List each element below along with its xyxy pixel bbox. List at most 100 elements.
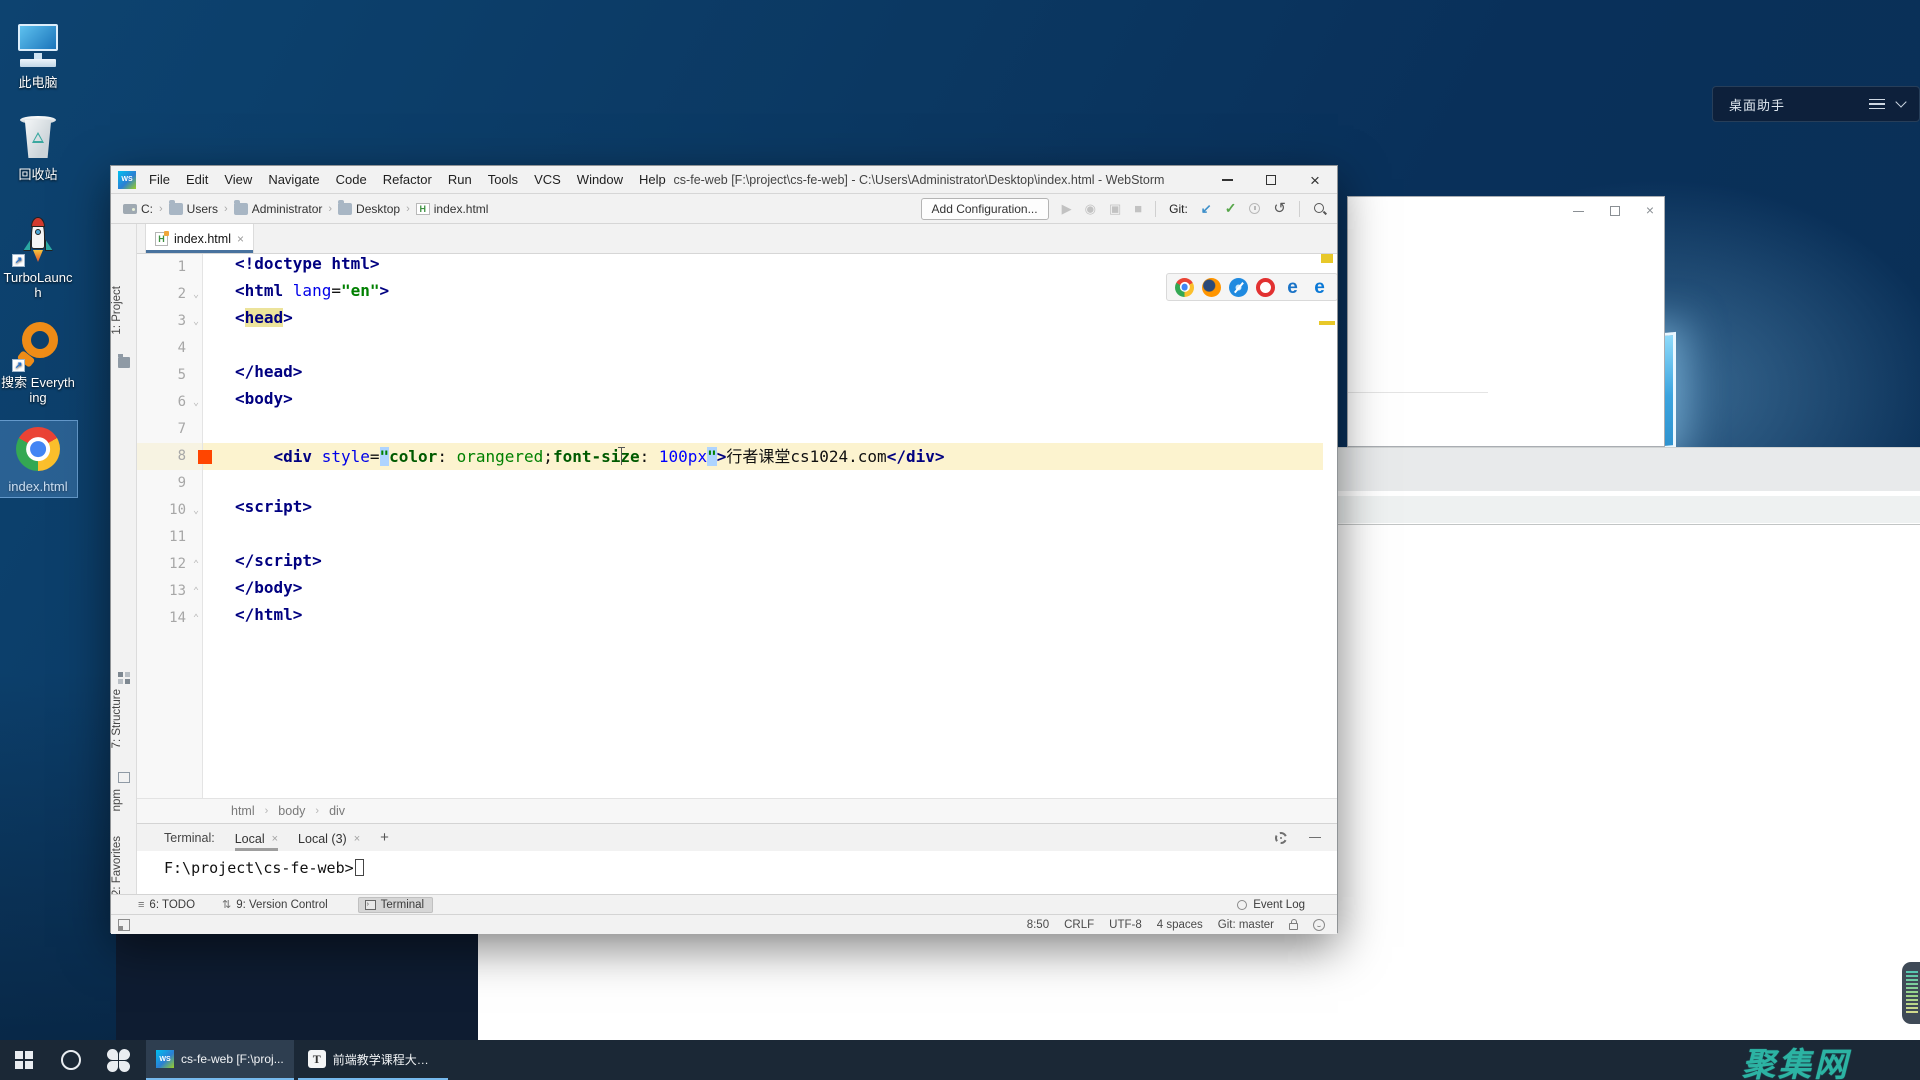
- close-button[interactable]: ×: [1293, 166, 1337, 194]
- sidebar-item-structure[interactable]: 7: Structure: [111, 689, 137, 748]
- desktop-icon-recycle-bin[interactable]: 回收站: [0, 112, 76, 182]
- close-tab-icon[interactable]: ×: [272, 833, 278, 845]
- menu-item-view[interactable]: View: [217, 169, 259, 190]
- code-line[interactable]: [203, 416, 1337, 443]
- breadcrumb-body[interactable]: body: [278, 804, 305, 818]
- breadcrumb-item[interactable]: C:: [121, 200, 155, 218]
- sidebar-item-project[interactable]: 1: Project: [111, 286, 137, 335]
- breadcrumb-div[interactable]: div: [329, 804, 345, 818]
- fold-marker-icon[interactable]: ⌃: [193, 551, 199, 578]
- breadcrumb-item[interactable]: Users: [167, 200, 220, 218]
- breadcrumb-item[interactable]: Administrator: [232, 200, 325, 218]
- fold-marker-icon[interactable]: ⌃: [193, 605, 199, 632]
- sidebar-item-favorites[interactable]: 2: Favorites: [111, 836, 137, 896]
- menu-item-edit[interactable]: Edit: [179, 169, 215, 190]
- scrollbar-warning-marker[interactable]: [1321, 254, 1333, 263]
- menu-icon[interactable]: [1869, 99, 1885, 110]
- small-background-window[interactable]: ×: [1347, 196, 1665, 447]
- menu-item-window[interactable]: Window: [570, 169, 630, 190]
- ie-browser-icon[interactable]: e: [1283, 278, 1302, 297]
- code-line[interactable]: <script>: [203, 497, 1337, 524]
- pinned-app-button[interactable]: [94, 1040, 142, 1080]
- history-icon[interactable]: [1249, 203, 1260, 214]
- code-line[interactable]: <div style="color: orangered;font-size: …: [203, 443, 1337, 470]
- file-encoding[interactable]: UTF-8: [1109, 919, 1142, 931]
- code-line[interactable]: <body>: [203, 389, 1337, 416]
- code-line[interactable]: </script>: [203, 551, 1337, 578]
- menu-item-file[interactable]: File: [142, 169, 177, 190]
- menu-item-code[interactable]: Code: [329, 169, 374, 190]
- sidebar-item-npm[interactable]: npm: [111, 789, 137, 811]
- opera-browser-icon[interactable]: [1256, 278, 1275, 297]
- fold-marker-icon[interactable]: ⌃: [193, 578, 199, 605]
- git-commit-icon[interactable]: ✓: [1225, 202, 1237, 215]
- menu-item-tools[interactable]: Tools: [481, 169, 525, 190]
- scrollbar-warning-marker[interactable]: [1319, 321, 1335, 325]
- code-line[interactable]: [203, 524, 1337, 551]
- desktop-icon-this-pc[interactable]: 此电脑: [0, 20, 76, 90]
- taskbar-button-webstorm[interactable]: WS cs-fe-web [F:\proj...: [146, 1040, 294, 1080]
- desktop-assistant-widget[interactable]: 桌面助手: [1712, 86, 1920, 122]
- edge-widget[interactable]: [1902, 962, 1920, 1024]
- close-tab-icon[interactable]: ×: [354, 833, 360, 845]
- close-tab-icon[interactable]: ×: [237, 232, 244, 246]
- firefox-browser-icon[interactable]: [1202, 278, 1221, 297]
- run-icon[interactable]: ▶: [1062, 202, 1072, 215]
- terminal-button[interactable]: › Terminal: [358, 897, 433, 913]
- coverage-icon[interactable]: ▣: [1109, 202, 1121, 215]
- search-icon[interactable]: [1313, 202, 1327, 216]
- gear-icon[interactable]: [1275, 832, 1287, 844]
- color-swatch-orangered[interactable]: [198, 450, 212, 464]
- maximize-button[interactable]: [1249, 166, 1293, 194]
- chrome-browser-icon[interactable]: [1175, 278, 1194, 297]
- breadcrumb-item[interactable]: Desktop: [336, 200, 402, 218]
- maximize-icon[interactable]: [1610, 206, 1620, 216]
- tool-window-toggle-icon[interactable]: [118, 919, 130, 931]
- edge-browser-icon[interactable]: e: [1310, 278, 1329, 297]
- chevron-down-icon[interactable]: [1895, 96, 1906, 107]
- terminal-tab-local-3[interactable]: Local (3) ×: [298, 824, 360, 851]
- menu-item-run[interactable]: Run: [441, 169, 479, 190]
- stop-icon[interactable]: ■: [1134, 202, 1142, 215]
- menu-item-refactor[interactable]: Refactor: [376, 169, 439, 190]
- todo-button[interactable]: ≡ 6: TODO: [138, 899, 195, 911]
- desktop-icon-index-html[interactable]: index.html: [0, 424, 76, 494]
- add-configuration-button[interactable]: Add Configuration...: [921, 198, 1049, 220]
- tab-index-html[interactable]: H index.html ×: [145, 224, 254, 253]
- terminal-tab-local[interactable]: Local ×: [235, 824, 278, 851]
- new-terminal-button[interactable]: +: [380, 829, 389, 846]
- desktop-icon-turbolaunch[interactable]: ↗ TurboLaunch: [0, 215, 76, 300]
- event-log-button[interactable]: Event Log: [1237, 899, 1337, 911]
- start-button[interactable]: [0, 1040, 48, 1080]
- safari-browser-icon[interactable]: [1229, 278, 1248, 297]
- code-line[interactable]: [203, 470, 1337, 497]
- fold-marker-icon[interactable]: ⌄: [193, 497, 199, 524]
- line-separator[interactable]: CRLF: [1064, 919, 1094, 931]
- breadcrumb-html[interactable]: html: [231, 804, 255, 818]
- git-update-icon[interactable]: ↙: [1201, 202, 1212, 215]
- version-control-button[interactable]: ⇅ 9: Version Control: [222, 898, 328, 911]
- highlighting-level-icon[interactable]: [1313, 919, 1325, 931]
- cortana-button[interactable]: [48, 1040, 94, 1080]
- fold-marker-icon[interactable]: ⌄: [193, 389, 199, 416]
- minimize-icon[interactable]: [1573, 211, 1584, 212]
- hide-panel-icon[interactable]: [1309, 837, 1321, 839]
- code-line[interactable]: </head>: [203, 362, 1337, 389]
- code-area[interactable]: <!doctype html><html lang="en"><head></h…: [203, 254, 1337, 632]
- desktop-icon-everything[interactable]: ↗ 搜索 Everything: [0, 320, 76, 405]
- caret-position[interactable]: 8:50: [1027, 919, 1049, 931]
- fold-marker-icon[interactable]: ⌄: [193, 308, 199, 335]
- menu-item-vcs[interactable]: VCS: [527, 169, 568, 190]
- git-branch[interactable]: Git: master: [1218, 919, 1274, 931]
- menu-item-help[interactable]: Help: [632, 169, 673, 190]
- close-icon[interactable]: ×: [1646, 203, 1654, 217]
- code-line[interactable]: </body>: [203, 578, 1337, 605]
- minimize-button[interactable]: [1205, 166, 1249, 194]
- code-editor[interactable]: 12⌄3⌄456⌄78910⌄1112⌃13⌃14⌃ <!doctype htm…: [137, 254, 1337, 798]
- code-line[interactable]: </html>: [203, 605, 1337, 632]
- code-line[interactable]: <head>: [203, 308, 1337, 335]
- debug-icon[interactable]: ◉: [1085, 202, 1096, 215]
- code-line[interactable]: [203, 335, 1337, 362]
- lock-icon[interactable]: [1289, 923, 1298, 930]
- fold-marker-icon[interactable]: ⌄: [193, 281, 199, 308]
